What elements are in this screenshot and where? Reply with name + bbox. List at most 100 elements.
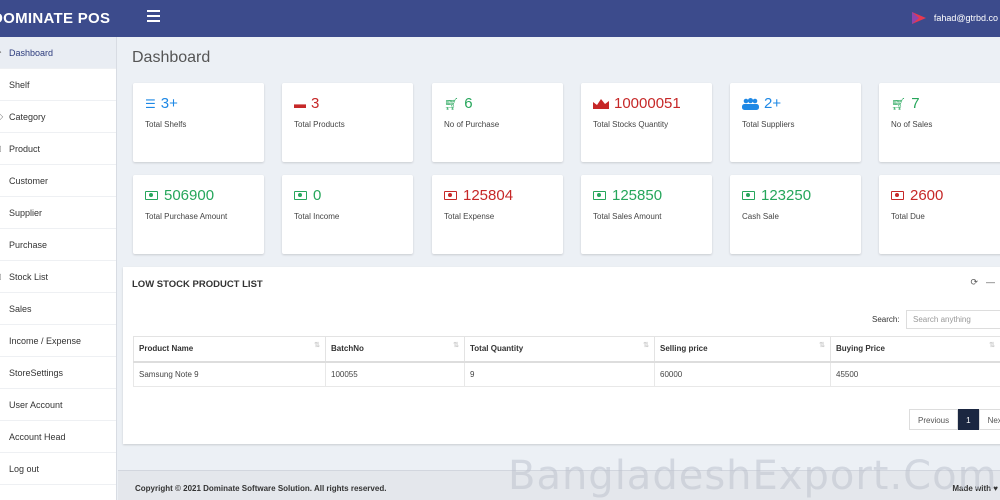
stat-value-row: 2600 — [891, 187, 943, 204]
stat-card-total-income[interactable]: 0 Total Income — [282, 175, 413, 254]
main-content: Dashboard ☰ 3+ Total Shelfs ▬ 3 Total Prod… — [118, 37, 1000, 500]
sidebar-item-category[interactable]: ◇ Category — [0, 101, 116, 133]
pagination: Previous 1 Next — [909, 409, 1000, 430]
stat-label: No of Purchase — [444, 120, 500, 129]
category-icon: ◇ — [0, 112, 4, 121]
stat-value-row: 125804 — [444, 187, 513, 204]
stat-card-cash-sale[interactable]: 123250 Cash Sale — [730, 175, 861, 254]
sidebar-item-store-settings[interactable]: StoreSettings — [0, 357, 116, 389]
stat-card-total-due[interactable]: 2600 Total Due — [879, 175, 1000, 254]
sidebar-item-user-account[interactable]: User Account — [0, 389, 116, 421]
stat-card-total-shelfs[interactable]: ☰ 3+ Total Shelfs — [133, 83, 264, 162]
page-title: Dashboard — [132, 49, 211, 66]
stock-list-icon: ▯ — [0, 261, 1, 293]
sidebar-item-sales[interactable]: ›Sales — [0, 293, 116, 325]
stat-value-row: 2+ — [742, 95, 781, 112]
column-header-buying-price[interactable]: Buying Price ⇅ — [830, 336, 1000, 363]
page-1-button[interactable]: 1 — [958, 409, 979, 430]
stat-card-no-of-sales[interactable]: 🛒︎ 7 No of Sales — [879, 83, 1000, 162]
stat-value: 2600 — [910, 187, 944, 204]
stat-value-row: 0 — [294, 187, 321, 204]
panel-tools: ⟳ — — [962, 277, 995, 288]
stat-card-total-products[interactable]: ▬ 3 Total Products — [282, 83, 413, 162]
cart-icon: 🛒︎ — [444, 96, 460, 111]
sidebar-item-label: Account Head — [9, 432, 66, 442]
sidebar-item-label: Supplier — [9, 208, 43, 218]
table-cell: 100055 — [325, 361, 465, 387]
stat-value: 6 — [464, 95, 473, 112]
money-icon — [145, 191, 158, 200]
search-label: Search: — [872, 315, 900, 324]
stat-value-row: ▬ 3 — [294, 95, 319, 112]
stat-value: 125850 — [612, 187, 663, 204]
stat-card-total-expense[interactable]: 125804 Total Expense — [432, 175, 563, 254]
archive-icon: ▬ — [294, 96, 306, 111]
stat-label: Total Income — [294, 212, 340, 221]
refresh-icon[interactable]: ⟳ — [970, 277, 978, 287]
stat-label: Total Due — [891, 212, 925, 221]
stat-label: Total Products — [294, 120, 345, 129]
sidebar-item-product[interactable]: ▯ Product — [0, 133, 116, 165]
sidebar-item-logout[interactable]: Log out — [0, 453, 116, 485]
money-icon — [891, 191, 904, 200]
copyright-label: Copyright © 2021 Dominate Software Solut… — [135, 484, 387, 493]
list-icon: ☰ — [145, 96, 156, 111]
sidebar-item-label: Log out — [9, 464, 40, 474]
column-label: Product Name — [139, 344, 194, 354]
table-cell: 60000 — [654, 361, 831, 387]
sidebar-item-customer[interactable]: •Customer — [0, 165, 116, 197]
collapse-icon[interactable]: — — [986, 277, 995, 287]
sidebar-item-label: User Account — [9, 400, 63, 410]
column-header-selling-price[interactable]: Selling price ⇅ — [654, 336, 831, 363]
footer: Copyright © 2021 Dominate Software Solut… — [118, 470, 1000, 500]
sidebar-item-stock-list[interactable]: ▯ Stock List — [0, 261, 116, 293]
sort-icon: ⇅ — [819, 342, 825, 349]
sidebar-item-income-expense[interactable]: ›Income / Expense — [0, 325, 116, 357]
money-icon — [593, 191, 606, 200]
search-input[interactable] — [906, 310, 1000, 329]
column-label: Buying Price — [836, 344, 885, 354]
dashboard-icon: ◔ — [0, 37, 2, 69]
column-header-total-quantity[interactable]: Total Quantity ⇅ — [464, 336, 655, 363]
sidebar-item-shelf[interactable]: ▪Shelf — [0, 69, 116, 101]
made-with-text: Made with ♥ — [952, 484, 998, 493]
stat-label: Total Stocks Quantity — [593, 120, 669, 129]
sidebar-item-label: Dashboard — [9, 48, 54, 58]
sort-icon: ⇅ — [643, 342, 649, 349]
stat-card-total-purchase-amount[interactable]: 506900 Total Purchase Amount — [133, 175, 264, 254]
next-page-button[interactable]: Next — [978, 409, 1000, 430]
app-logo[interactable]: DOMINATE POS — [0, 10, 110, 27]
table-cell: 9 — [464, 361, 655, 387]
user-menu[interactable]: fahad@gtrbd.co — [911, 11, 998, 25]
sidebar-item-account-head[interactable]: Account Head — [0, 421, 116, 453]
table-header-row: Product Name ⇅ BatchNo ⇅ Total Quantity ⇅ S… — [133, 336, 1000, 363]
stat-card-no-of-purchase[interactable]: 🛒︎ 6 No of Purchase — [432, 83, 563, 162]
column-header-product-name[interactable]: Product Name ⇅ — [133, 336, 326, 363]
stat-value: 123250 — [761, 187, 812, 204]
stat-label: Cash Sale — [742, 212, 779, 221]
column-label: Total Quantity — [470, 344, 524, 354]
stat-value: 0 — [313, 187, 322, 204]
previous-page-button[interactable]: Previous — [909, 409, 959, 430]
stat-value: 506900 — [164, 187, 215, 204]
low-stock-table: Product Name ⇅ BatchNo ⇅ Total Quantity ⇅ S… — [133, 336, 1000, 387]
stat-value-row: 🛒︎ 7 — [891, 95, 920, 112]
column-header-batchno[interactable]: BatchNo ⇅ — [325, 336, 465, 363]
money-icon — [444, 191, 457, 200]
sort-icon: ⇅ — [314, 342, 320, 349]
sidebar-item-dashboard[interactable]: ◔ Dashboard — [0, 37, 116, 69]
stat-card-total-sales-amount[interactable]: 125850 Total Sales Amount — [581, 175, 712, 254]
stat-label: Total Suppliers — [742, 120, 795, 129]
stat-label: Total Expense — [444, 212, 495, 221]
stat-value: 10000051 — [614, 95, 681, 112]
product-icon: ▯ — [0, 133, 1, 165]
menu-toggle-icon[interactable] — [147, 10, 160, 23]
stat-card-total-suppliers[interactable]: 2+ Total Suppliers — [730, 83, 861, 162]
sort-icon: ⇅ — [453, 342, 459, 349]
sidebar-item-purchase[interactable]: ›Purchase — [0, 229, 116, 261]
sidebar-item-label: Stock List — [9, 272, 49, 282]
sidebar-item-label: Category — [9, 112, 46, 122]
stat-card-total-stocks-quantity[interactable]: 10000051 Total Stocks Quantity — [581, 83, 712, 162]
sidebar-item-supplier[interactable]: ▪Supplier — [0, 197, 116, 229]
stat-value: 2+ — [764, 95, 782, 112]
